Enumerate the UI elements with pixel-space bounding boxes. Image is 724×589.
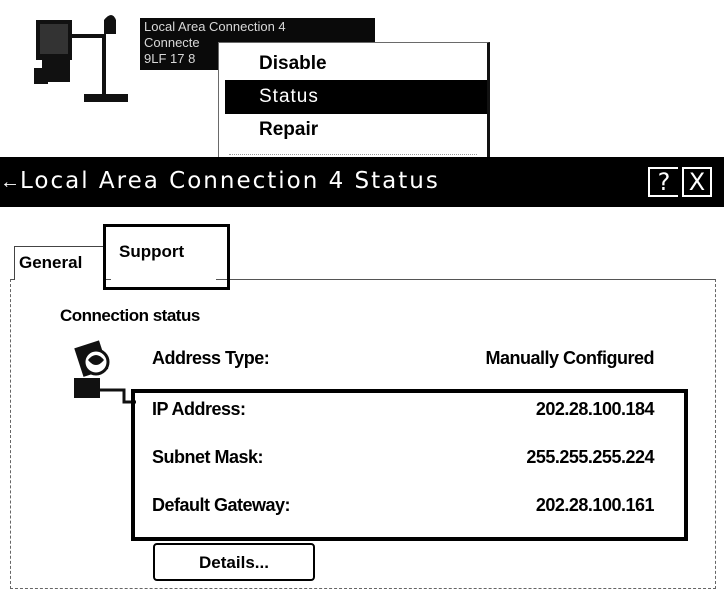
- menu-item-status[interactable]: Status: [225, 80, 487, 114]
- menu-item-disable[interactable]: Disable: [225, 47, 487, 81]
- menu-separator: [229, 154, 477, 155]
- help-button[interactable]: ?: [648, 167, 678, 197]
- dialog-title-bar[interactable]: ← Local Area Connection 4 Status ? X: [0, 157, 724, 207]
- address-type-value: Manually Configured: [485, 348, 654, 368]
- connection-status-icon: ←: [0, 171, 20, 193]
- details-button[interactable]: Details...: [153, 543, 315, 581]
- menu-item-repair[interactable]: Repair: [225, 113, 487, 147]
- dialog-title: Local Area Connection 4 Status: [20, 168, 440, 194]
- connection-status-heading: Connection status: [60, 306, 200, 325]
- connection-name-line: Local Area Connection 4: [144, 19, 286, 34]
- network-connection-icon[interactable]: [32, 6, 132, 106]
- ip-settings-highlight: [131, 389, 688, 541]
- context-menu: Disable Status Repair: [218, 42, 490, 164]
- address-type-row: Address Type: Manually Configured: [0, 348, 724, 374]
- support-tab-highlight: [103, 224, 230, 290]
- address-type-label: Address Type:: [152, 348, 270, 368]
- tab-general[interactable]: General: [14, 246, 106, 280]
- close-button[interactable]: X: [682, 167, 712, 197]
